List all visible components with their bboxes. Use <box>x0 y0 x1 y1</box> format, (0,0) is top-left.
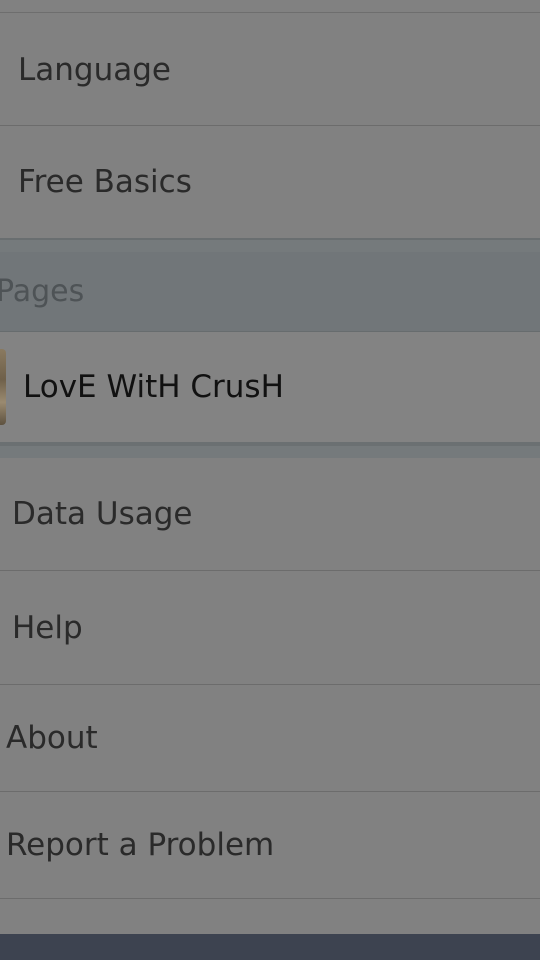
top-edge-divider <box>0 0 540 13</box>
bottom-navigation-bar <box>0 934 540 960</box>
divider <box>0 898 540 899</box>
menu-item-label: Free Basics <box>18 164 192 200</box>
settings-menu-screen: Language Free Basics Pages LovE WitH Cru… <box>0 0 540 960</box>
page-avatar-thumbnail <box>0 349 6 425</box>
menu-item-free-basics[interactable]: Free Basics <box>0 126 540 238</box>
menu-item-label: About <box>6 720 98 756</box>
section-header-label: Pages <box>0 274 85 309</box>
menu-item-label: Report a Problem <box>6 827 275 863</box>
group-separator <box>0 442 540 458</box>
menu-item-label: Data Usage <box>12 496 193 532</box>
menu-item-data-usage[interactable]: Data Usage <box>0 458 540 570</box>
menu-item-about[interactable]: About <box>0 685 540 791</box>
menu-item-language[interactable]: Language <box>0 14 540 125</box>
menu-item-report-a-problem[interactable]: Report a Problem <box>0 792 540 898</box>
menu-item-label: Language <box>18 51 171 88</box>
group-separator <box>0 238 540 252</box>
page-name-label: LovE WitH CrusH <box>23 369 284 405</box>
menu-item-page-love-with-crush[interactable]: LovE WitH CrusH <box>0 332 540 442</box>
menu-item-label: Help <box>12 609 83 646</box>
menu-item-help[interactable]: Help <box>0 571 540 684</box>
section-header-pages: Pages <box>0 252 540 332</box>
